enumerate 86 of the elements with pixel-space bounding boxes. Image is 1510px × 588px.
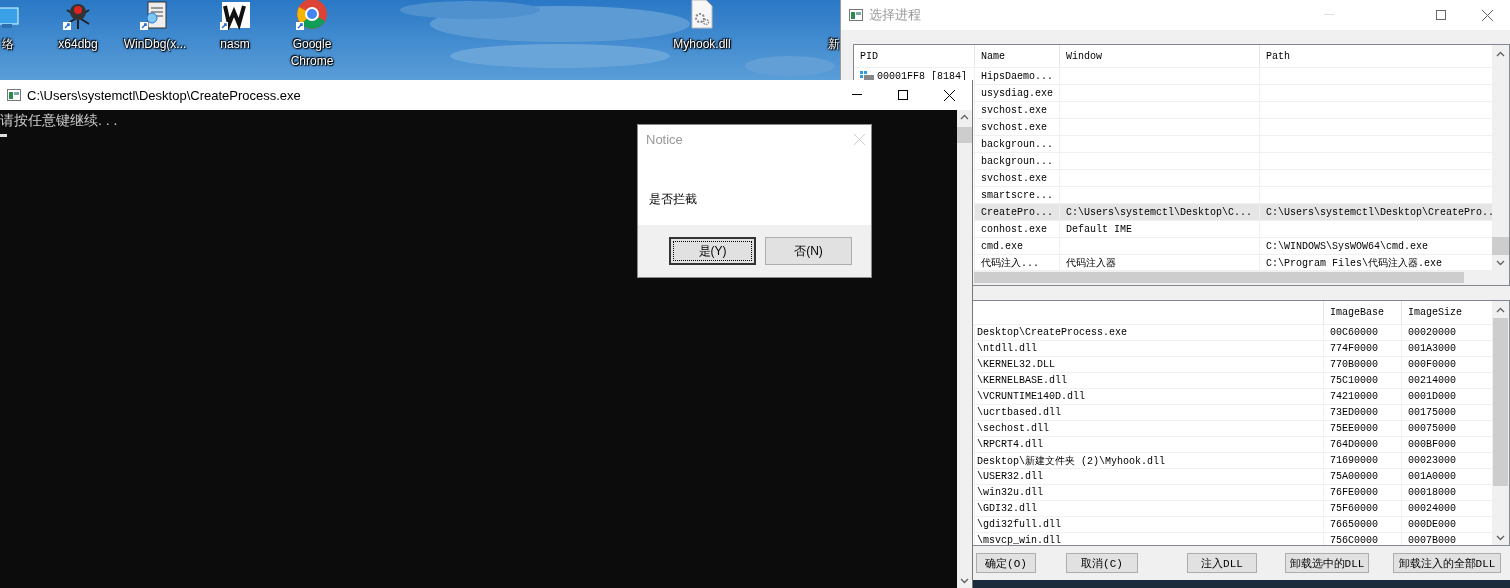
- scrollbar[interactable]: [1492, 45, 1509, 270]
- table-cell: \USER32.dll: [975, 469, 1324, 484]
- table-cell: \VCRUNTIME140D.dll: [975, 389, 1324, 404]
- window-title: C:\Users\systemctl\Desktop\CreateProcess.exe: [27, 87, 301, 103]
- table-cell[interactable]: smartscre...: [975, 187, 1060, 203]
- table-cell: 756C0000: [1324, 533, 1402, 545]
- table-cell: C:\Users\systemctl\Desktop\CreatePro..: [1260, 204, 1492, 220]
- process-icon: [860, 71, 874, 81]
- circle-logo-icon[interactable]: [296, 0, 328, 30]
- dialog-button[interactable]: 是(Y): [669, 237, 756, 265]
- table-cell: 764D0000: [1324, 437, 1402, 452]
- table-cell: \win32u.dll: [975, 485, 1324, 500]
- table-cell: Desktop\新建文件夹 (2)\Myhook.dll: [975, 453, 1324, 468]
- document-icon[interactable]: [140, 0, 170, 30]
- table-cell: 71690000: [1324, 453, 1402, 468]
- table-cell[interactable]: HipsDaemo...: [975, 68, 1060, 84]
- table-cell: 770B0000: [1324, 357, 1402, 372]
- close-icon: [943, 89, 955, 101]
- table-cell: \KERNEL32.DLL: [975, 357, 1324, 372]
- table-cell: 76FE0000: [1324, 485, 1402, 500]
- dialog-button[interactable]: 注入DLL: [1187, 553, 1257, 573]
- scrollbar[interactable]: [957, 110, 972, 588]
- table-cell: 75F60000: [1324, 501, 1402, 516]
- table-cell: 75C10000: [1324, 373, 1402, 388]
- table-cell: 00C60000: [1324, 325, 1402, 340]
- window-icon: [7, 89, 21, 101]
- table-cell[interactable]: conhost.exe: [975, 221, 1060, 237]
- minimize-icon: [1324, 14, 1334, 16]
- scrollbar[interactable]: [1492, 301, 1509, 545]
- dialog-message: 是否拦截: [649, 191, 698, 208]
- table-cell: Default IME: [1060, 221, 1260, 237]
- table-cell: \RPCRT4.dll: [975, 437, 1324, 452]
- table-cell: \sechost.dll: [975, 421, 1324, 436]
- column-header[interactable]: PID: [854, 45, 975, 67]
- table-cell: \ucrtbased.dll: [975, 405, 1324, 420]
- text-cursor: [0, 134, 7, 137]
- monitor-icon[interactable]: [0, 4, 20, 30]
- table-cell[interactable]: svchost.exe: [975, 119, 1060, 135]
- table-cell[interactable]: svchost.exe: [975, 170, 1060, 186]
- chevron-up-icon[interactable]: [1496, 306, 1505, 313]
- table-cell: 75A00000: [1324, 469, 1402, 484]
- chevron-down-icon[interactable]: [1496, 260, 1505, 266]
- column-header[interactable]: ImageBase: [1324, 301, 1402, 324]
- table-cell: 74210000: [1324, 389, 1402, 404]
- column-header[interactable]: Name: [975, 45, 1060, 67]
- table-cell: 73ED0000: [1324, 405, 1402, 420]
- table-cell[interactable]: cmd.exe: [975, 238, 1060, 254]
- maximize-icon: [898, 90, 908, 100]
- dialog-button[interactable]: 取消(C): [1066, 553, 1138, 573]
- close-icon: [1481, 9, 1493, 21]
- gear-file-icon[interactable]: [690, 0, 714, 30]
- window-icon: [849, 9, 863, 21]
- dialog-button[interactable]: 卸载选中的DLL: [1285, 553, 1369, 573]
- chevron-up-icon[interactable]: [960, 114, 969, 120]
- dialog-button[interactable]: 确定(O): [976, 553, 1036, 573]
- table-cell: 774F0000: [1324, 341, 1402, 356]
- chevron-up-icon[interactable]: [1496, 50, 1505, 57]
- table-cell[interactable]: svchost.exe: [975, 102, 1060, 118]
- scrollbar-thumb[interactable]: [974, 272, 1464, 283]
- window-title: 选择进程: [869, 6, 921, 24]
- table-cell: C:\Users\systemctl\Desktop\C...: [1060, 204, 1260, 220]
- chevron-down-icon[interactable]: [1496, 535, 1505, 541]
- table-cell: 76650000: [1324, 517, 1402, 532]
- scrollbar-thumb[interactable]: [957, 127, 972, 143]
- scrollbar-thumb[interactable]: [1492, 237, 1509, 255]
- console-text: 请按任意键继续. . .: [0, 112, 118, 128]
- table-cell: \ntdll.dll: [975, 341, 1324, 356]
- table-cell: Desktop\CreateProcess.exe: [975, 325, 1324, 340]
- table-cell[interactable]: backgroun...: [975, 153, 1060, 169]
- table-cell: \GDI32.dll: [975, 501, 1324, 516]
- table-cell: \KERNELBASE.dll: [975, 373, 1324, 388]
- chevron-down-icon[interactable]: [960, 578, 969, 584]
- scrollbar-thumb[interactable]: [1493, 318, 1508, 486]
- table-cell: \gdi32full.dll: [975, 517, 1324, 532]
- dialog-title: Notice: [646, 131, 683, 147]
- column-header[interactable]: Window: [1060, 45, 1260, 67]
- table-cell[interactable]: usysdiag.exe: [975, 85, 1060, 101]
- table-cell: 75EE0000: [1324, 421, 1402, 436]
- table-cell[interactable]: CreatePro...: [975, 204, 1060, 220]
- table-cell[interactable]: backgroun...: [975, 136, 1060, 152]
- table-cell: \msvcp_win.dll: [975, 533, 1324, 545]
- minimize-icon: [852, 94, 862, 96]
- dialog-button[interactable]: 卸载注入的全部DLL: [1393, 553, 1501, 573]
- zigzag-icon[interactable]: [220, 0, 250, 30]
- maximize-icon: [1436, 10, 1446, 20]
- dialog-button[interactable]: 否(N): [765, 237, 852, 265]
